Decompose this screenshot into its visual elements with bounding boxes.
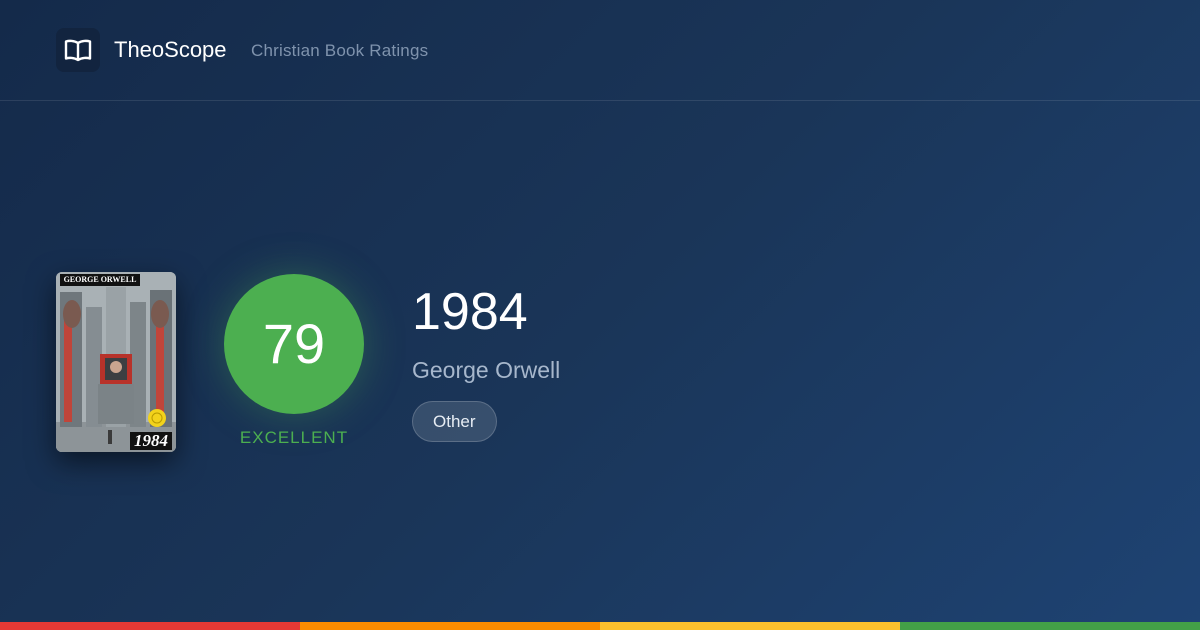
rating-scale-bar <box>0 622 1200 630</box>
cover-author-text: GEORGE ORWELL <box>60 274 140 286</box>
genre-tag[interactable]: Other <box>412 401 497 442</box>
score-label: EXCELLENT <box>239 428 349 447</box>
book-cover: GEORGE ORWELL 1984 <box>56 272 176 452</box>
cover-illustration <box>56 272 176 452</box>
rating-scale-orange <box>300 622 600 630</box>
tagline: Christian Book Ratings <box>251 41 429 60</box>
rating-scale-yellow <box>600 622 900 630</box>
score-badge: 79 <box>224 274 364 414</box>
share-card: TheoScope Christian Book Ratings GEORGE … <box>0 0 1200 630</box>
book-title[interactable]: 1984 <box>412 285 528 339</box>
header: TheoScope Christian Book Ratings <box>0 0 1200 101</box>
rating-scale-green <box>900 622 1200 630</box>
rating-scale-red <box>0 622 300 630</box>
score-value: 79 <box>262 312 326 375</box>
cover-title-text: 1984 <box>130 432 172 450</box>
book-author[interactable]: George Orwell <box>412 357 560 383</box>
open-book-icon <box>64 39 92 62</box>
brand-name[interactable]: TheoScope <box>114 37 227 63</box>
logo[interactable] <box>56 28 100 72</box>
